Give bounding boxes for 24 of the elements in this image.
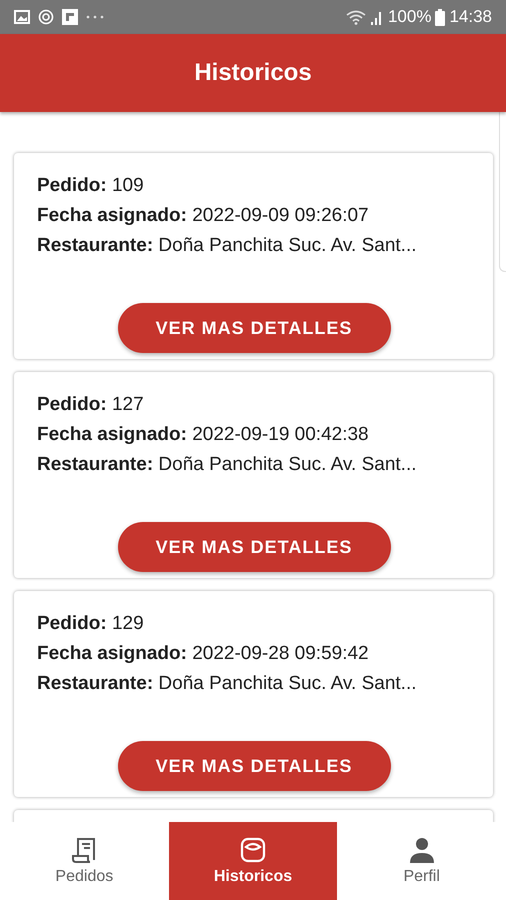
signal-icon: [370, 10, 384, 24]
wifi-icon: [346, 10, 366, 24]
order-detail: Fecha asignado: 2022-09-19 00:42:38: [37, 423, 370, 447]
more-icon: [86, 15, 104, 19]
app-icon: [62, 9, 78, 25]
details-button[interactable]: VER MAS DETALLES: [118, 741, 390, 791]
image-icon: [14, 10, 30, 24]
details-button[interactable]: VER MAS DETALLES: [118, 522, 390, 572]
order-detail: Pedido: 109: [37, 174, 145, 198]
scale-icon: [239, 836, 267, 864]
person-icon: [408, 836, 436, 864]
order-detail: Restaurante: Doña Panchita Suc. Av. Sant...: [37, 234, 418, 258]
page-title: Historicos: [194, 59, 312, 87]
order-detail: Pedido: 127: [37, 393, 145, 417]
battery-percentage: 100%: [388, 7, 432, 27]
order-detail: Fecha asignado: 2022-09-28 09:59:42: [37, 642, 370, 666]
clock-time: 14:38: [449, 7, 492, 27]
battery-icon: [435, 8, 446, 26]
details-button[interactable]: VER MAS DETALLES: [118, 303, 390, 353]
order-detail: Fecha asignado: 2022-09-09 09:26:07: [37, 204, 370, 228]
order-detail: Restaurante: Doña Panchita Suc. Av. Sant...: [37, 453, 418, 477]
order-detail: Pedido: 129: [37, 612, 145, 636]
order-detail: Restaurante: Doña Panchita Suc. Av. Sant...: [37, 672, 418, 696]
nav-tab[interactable]: Historicos: [168, 822, 338, 900]
